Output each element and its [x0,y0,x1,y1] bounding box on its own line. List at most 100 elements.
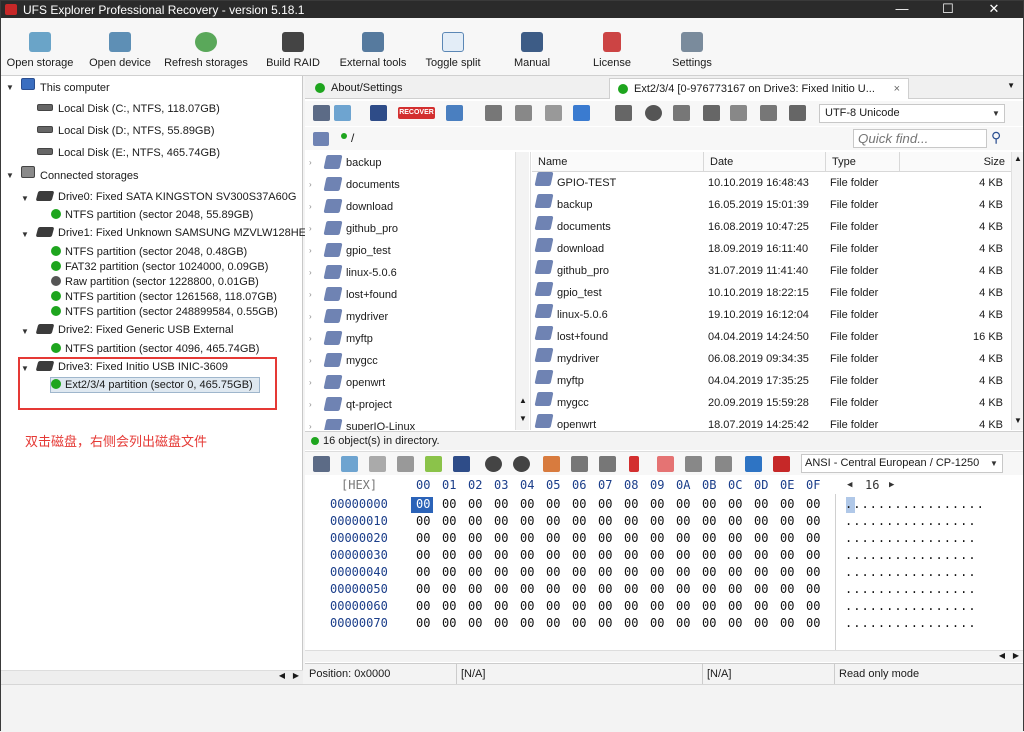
file-row[interactable]: myftp 04.04.2019 17:35:25 File folder 4 KB [532,370,1011,392]
hex-byte[interactable]: 00 [598,616,612,630]
hex-byte[interactable]: 00 [780,565,794,579]
folder-node[interactable]: › lost+found [309,284,397,306]
hex-byte[interactable]: 00 [754,582,768,596]
hex-byte[interactable]: 00 [598,565,612,579]
file-row[interactable]: GPIO-TEST 10.10.2019 16:48:43 File folder 4… [532,172,1011,194]
hex-byte[interactable]: 00 [728,582,742,596]
expand-icon[interactable]: › [309,416,312,430]
refresh-storages-button[interactable]: Refresh storages [161,18,251,74]
hex-byte[interactable]: 00 [442,497,456,511]
scroll-down-icon[interactable]: ▼ [519,414,527,423]
hex-byte[interactable]: 00 [728,599,742,613]
folder-node[interactable]: › qt-project [309,394,392,416]
hex-byte[interactable]: 00 [702,616,716,630]
paste-icon[interactable] [397,456,414,472]
file-row[interactable]: download 18.09.2019 16:11:40 File folder 4 … [532,238,1011,260]
expand-icon[interactable]: › [309,174,312,196]
hex-byte[interactable]: 00 [598,582,612,596]
gear-icon[interactable] [645,105,662,121]
hex-byte[interactable]: 00 [650,582,664,596]
tree-local-disk-d[interactable]: Local Disk (D:, NTFS, 55.89GB) [37,122,215,140]
hex-byte[interactable]: 00 [520,565,534,579]
file-row[interactable]: github_pro 31.07.2019 11:41:40 File folder… [532,260,1011,282]
search-icon[interactable] [453,456,470,472]
filter-icon[interactable] [515,105,532,121]
hex-byte[interactable]: 00 [728,548,742,562]
hex-byte[interactable]: 00 [624,616,638,630]
hex-byte[interactable]: 00 [494,582,508,596]
hex-byte[interactable]: 00 [780,497,794,511]
hex-byte[interactable]: 00 [780,582,794,596]
swap-icon[interactable] [745,456,762,472]
list-icon[interactable] [730,105,747,121]
tab-dropdown-icon[interactable]: ▼ [1007,81,1015,90]
hex-byte[interactable]: 00 [416,531,430,545]
file-row[interactable]: mydriver 06.08.2019 09:34:35 File folder 4 … [532,348,1011,370]
save-icon[interactable] [313,456,330,472]
scroll-right-icon[interactable]: ▶ [293,671,299,680]
tree-partition[interactable]: NTFS partition (sector 248899584, 0.55GB… [51,303,278,321]
scroll-up-icon[interactable]: ▲ [519,396,527,405]
hex-byte[interactable]: 00 [416,565,430,579]
hex-byte[interactable]: 00 [754,599,768,613]
folder-node[interactable]: › gpio_test [309,240,391,262]
hex-byte[interactable]: 00 [598,497,612,511]
hex-byte[interactable]: 00 [442,582,456,596]
hex-byte[interactable]: 00 [650,531,664,545]
hex-byte[interactable]: 00 [520,616,534,630]
maximize-button[interactable]: ☐ [925,1,971,18]
hex-byte[interactable]: 00 [572,582,586,596]
hex-byte[interactable]: 00 [806,531,820,545]
hex-byte[interactable]: 00 [780,514,794,528]
hex-byte[interactable]: 00 [728,531,742,545]
column-size[interactable]: Size [900,152,1011,172]
fish-icon[interactable] [446,105,463,121]
hex-byte[interactable]: 00 [598,531,612,545]
chevron-right-icon[interactable]: ▶ [889,476,894,494]
hex-byte[interactable]: 00 [650,548,664,562]
hex-view[interactable]: 00 00 00 00 00 00 00 00 00 00 00 00 00 00 00 00 00 00 00 00… [305,494,1023,654]
hex-byte[interactable]: 00 [676,582,690,596]
scroll-down-icon[interactable]: ▼ [1014,416,1022,425]
hex-byte[interactable]: 00 [676,616,690,630]
hex-byte[interactable]: 00 [754,565,768,579]
tab-ext-partition[interactable]: Ext2/3/4 [0-976773167 on Drive3: Fixed I… [609,78,909,99]
back-icon[interactable] [485,456,502,472]
block-end-icon[interactable] [599,456,616,472]
hex-byte[interactable]: 00 [624,582,638,596]
file-row[interactable]: lost+found 04.04.2019 14:24:50 File folder… [532,326,1011,348]
hex-byte[interactable]: 00 [702,599,716,613]
hex-byte[interactable]: 00 [676,548,690,562]
recover-button[interactable]: RECOVER [398,107,435,119]
hex-byte[interactable]: 00 [806,599,820,613]
tab-close-icon[interactable]: × [894,79,900,99]
expand-icon[interactable]: › [309,306,312,328]
hex-byte[interactable]: 00 [624,531,638,545]
expand-icon[interactable]: › [309,152,312,174]
folder-node[interactable]: › github_pro [309,218,398,240]
hex-byte[interactable]: 00 [416,582,430,596]
hex-byte[interactable]: 00 [780,616,794,630]
folder-node[interactable]: › myftp [309,328,373,350]
hex-byte[interactable]: 00 [468,497,482,511]
hex-byte[interactable]: 00 [702,514,716,528]
hex-byte[interactable]: 00 [806,497,820,511]
open-storage-button[interactable]: Open storage [5,18,75,74]
tree-drive2[interactable]: Drive2: Fixed Generic USB External [35,321,233,339]
tree-drive0[interactable]: Drive0: Fixed SATA KINGSTON SV300S37A60G [35,188,296,206]
open-device-button[interactable]: Open device [85,18,155,74]
hex-byte[interactable]: 00 [702,582,716,596]
hex-horizontal-scrollbar[interactable]: ◀ ▶ [305,650,1023,662]
hex-byte[interactable]: 00 [702,565,716,579]
folder-scrollbar[interactable]: ▲ ▼ [515,152,529,430]
compare-icon[interactable] [685,456,702,472]
stack-icon[interactable] [703,105,720,121]
search-icon[interactable]: ⚲ [991,129,1001,146]
flag-icon[interactable] [629,456,639,472]
hex-byte[interactable]: 00 [494,531,508,545]
folder-node[interactable]: › openwrt [309,372,385,394]
hex-byte[interactable]: 00 [728,565,742,579]
hex-byte[interactable]: 00 [468,582,482,596]
hex-byte[interactable]: 00 [520,531,534,545]
expand-icon[interactable]: › [309,218,312,240]
